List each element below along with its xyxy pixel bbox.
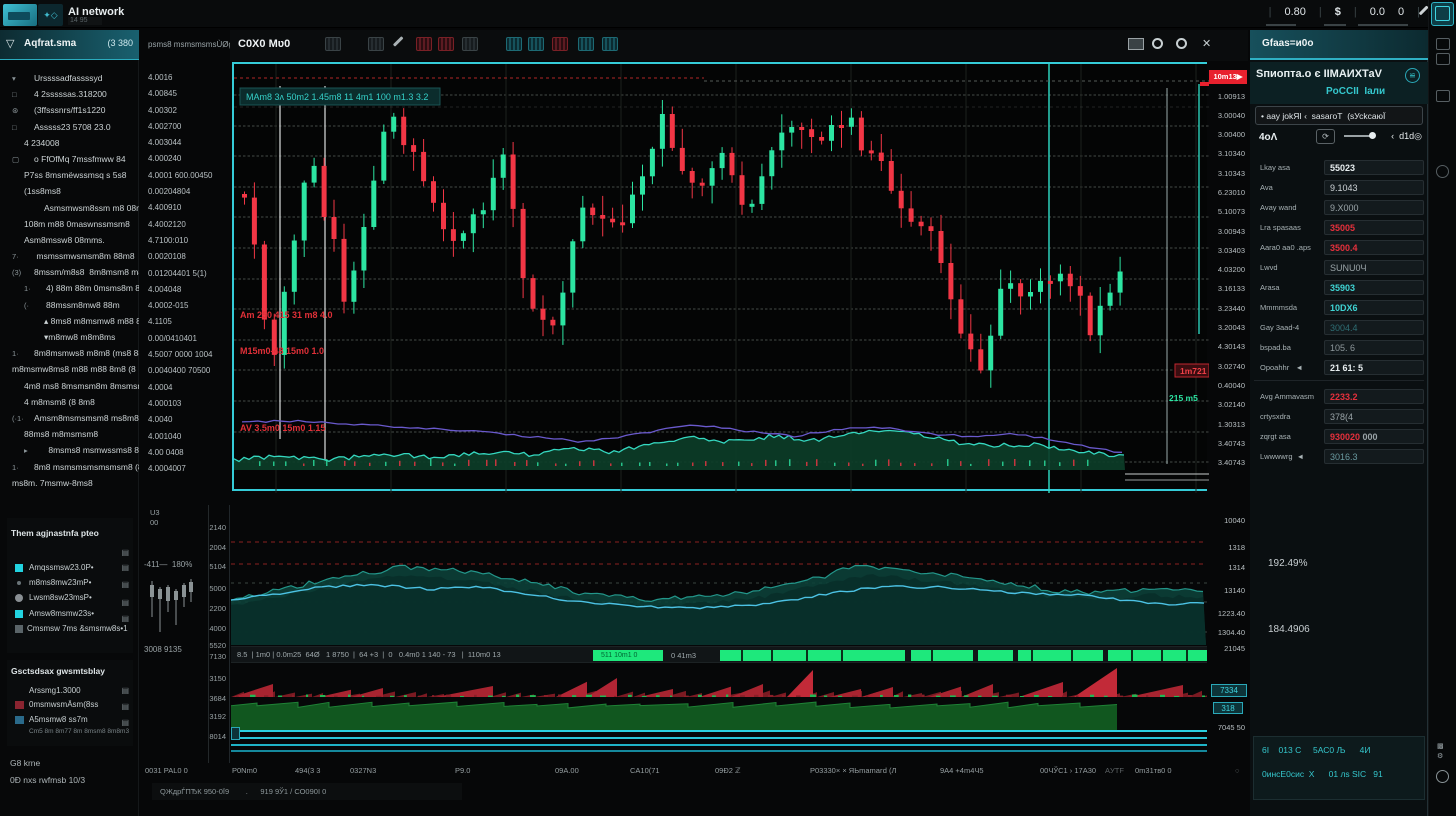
- svg-text:AV 3.5m0 15m0 1.15: AV 3.5m0 15m0 1.15: [240, 423, 325, 433]
- svg-text:MAm8 3ʌ 50m2 1.45m8 11 4m1 100: MAm8 3ʌ 50m2 1.45m8 11 4m1 100 m1.3 3.2: [246, 92, 428, 102]
- svg-text:215 m5: 215 m5: [1169, 393, 1198, 403]
- svg-text:1m721: 1m721: [1180, 366, 1207, 376]
- svg-text:Am 250 415 31 m8 4.0: Am 250 415 31 m8 4.0: [240, 310, 333, 320]
- svg-text:M15m0-48 15m0 1.0: M15m0-48 15m0 1.0: [240, 346, 324, 356]
